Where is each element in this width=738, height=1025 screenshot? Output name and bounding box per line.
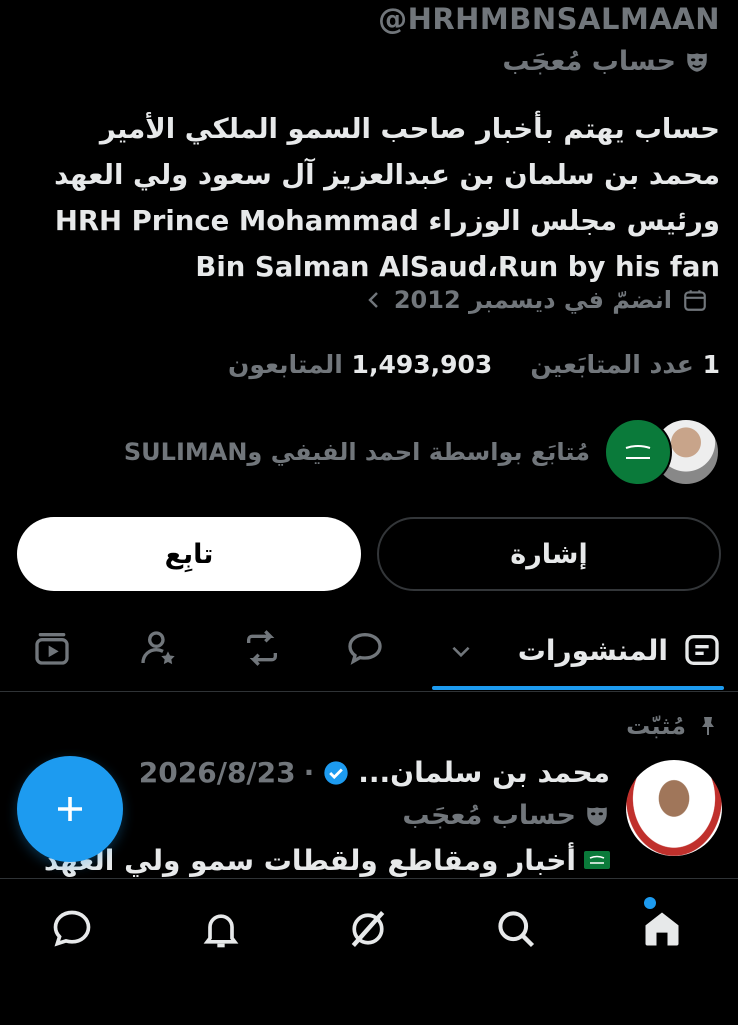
pinned-indicator: مُثبّت [626, 712, 720, 740]
follow-button[interactable]: تابِع [17, 517, 361, 591]
chevron-left-icon[interactable] [364, 289, 384, 311]
mask-icon [687, 52, 707, 72]
post-author-name[interactable]: محمد بن سلمان... [358, 756, 610, 789]
messages-icon[interactable] [50, 907, 94, 951]
followed-by-row[interactable]: مُتابَع بواسطة احمد الفيفي وSULIMAN [124, 418, 720, 486]
notifications-icon[interactable] [199, 907, 243, 951]
post-dot-separator: · [303, 756, 315, 789]
post-header: محمد بن سلمان... · 2026/8/23 [139, 756, 610, 789]
tab-posts-label: المنشورات [517, 633, 668, 667]
follow-person-icon[interactable] [138, 628, 178, 668]
plus-icon [58, 797, 82, 821]
followers-count: 1,493,903 [351, 350, 493, 379]
active-tab-indicator [432, 686, 724, 690]
profile-stats: 1 عدد المتابَعين 1,493,903 المتابعون [228, 350, 720, 379]
mask-icon [587, 806, 607, 826]
followed-by-text: مُتابَع بواسطة احمد الفيفي وSULIMAN [123, 438, 590, 466]
pinned-label: مُثبّت [626, 712, 686, 740]
fan-account-label: حساب مُعجَب [502, 46, 676, 77]
profile-handle: @HRHMBNSALMAAN [378, 2, 720, 36]
post-author-avatar[interactable] [626, 760, 722, 856]
fan-account-badge: حساب مُعجَب [502, 46, 710, 77]
saudi-flag-avatar [604, 418, 672, 486]
followers-stat[interactable]: 1,493,903 المتابعون [228, 350, 492, 379]
followers-label: المتابعون [228, 350, 343, 379]
pin-icon [702, 717, 714, 735]
posts-icon [685, 635, 719, 665]
follower-avatars [604, 418, 720, 486]
grok-icon[interactable] [346, 907, 390, 951]
saudi-flag-icon [616, 437, 660, 467]
replies-icon[interactable] [345, 628, 385, 668]
home-tab[interactable] [640, 897, 690, 957]
home-icon [645, 912, 679, 946]
verified-badge-icon [324, 760, 348, 785]
following-stat[interactable]: 1 عدد المتابَعين [530, 350, 720, 379]
profile-bio: حساب يهتم بأخبار صاحب السمو الملكي الأمي… [54, 113, 720, 283]
joined-date: انضمّ في ديسمبر 2012 [364, 286, 708, 314]
post-date: 2026/8/23 [138, 756, 296, 789]
tabs-divider [0, 691, 738, 692]
search-icon[interactable] [494, 907, 538, 951]
post-fan-label: حساب مُعجَب [402, 800, 576, 831]
post-text-content: أخبار ومقاطع ولقطات سمو ولي العهد [43, 843, 576, 877]
joined-label: انضمّ في ديسمبر 2012 [393, 286, 672, 314]
chevron-down-icon[interactable] [448, 638, 474, 664]
bottom-navigation [0, 878, 738, 1025]
post-fan-badge: حساب مُعجَب [402, 800, 610, 831]
following-count: 1 [702, 350, 720, 379]
compose-button[interactable] [17, 756, 123, 862]
tab-posts[interactable]: المنشورات [518, 630, 722, 670]
following-label: عدد المتابَعين [530, 350, 694, 379]
home-notification-dot [644, 897, 656, 909]
calendar-icon [684, 290, 706, 311]
saudi-flag-icon [584, 851, 610, 869]
post-text[interactable]: أخبار ومقاطع ولقطات سمو ولي العهد [44, 842, 610, 878]
media-icon[interactable] [32, 628, 72, 668]
reposts-icon[interactable] [242, 628, 282, 668]
profile-tabs: المنشورات [0, 620, 738, 690]
mention-button[interactable]: إشارة [377, 517, 721, 591]
